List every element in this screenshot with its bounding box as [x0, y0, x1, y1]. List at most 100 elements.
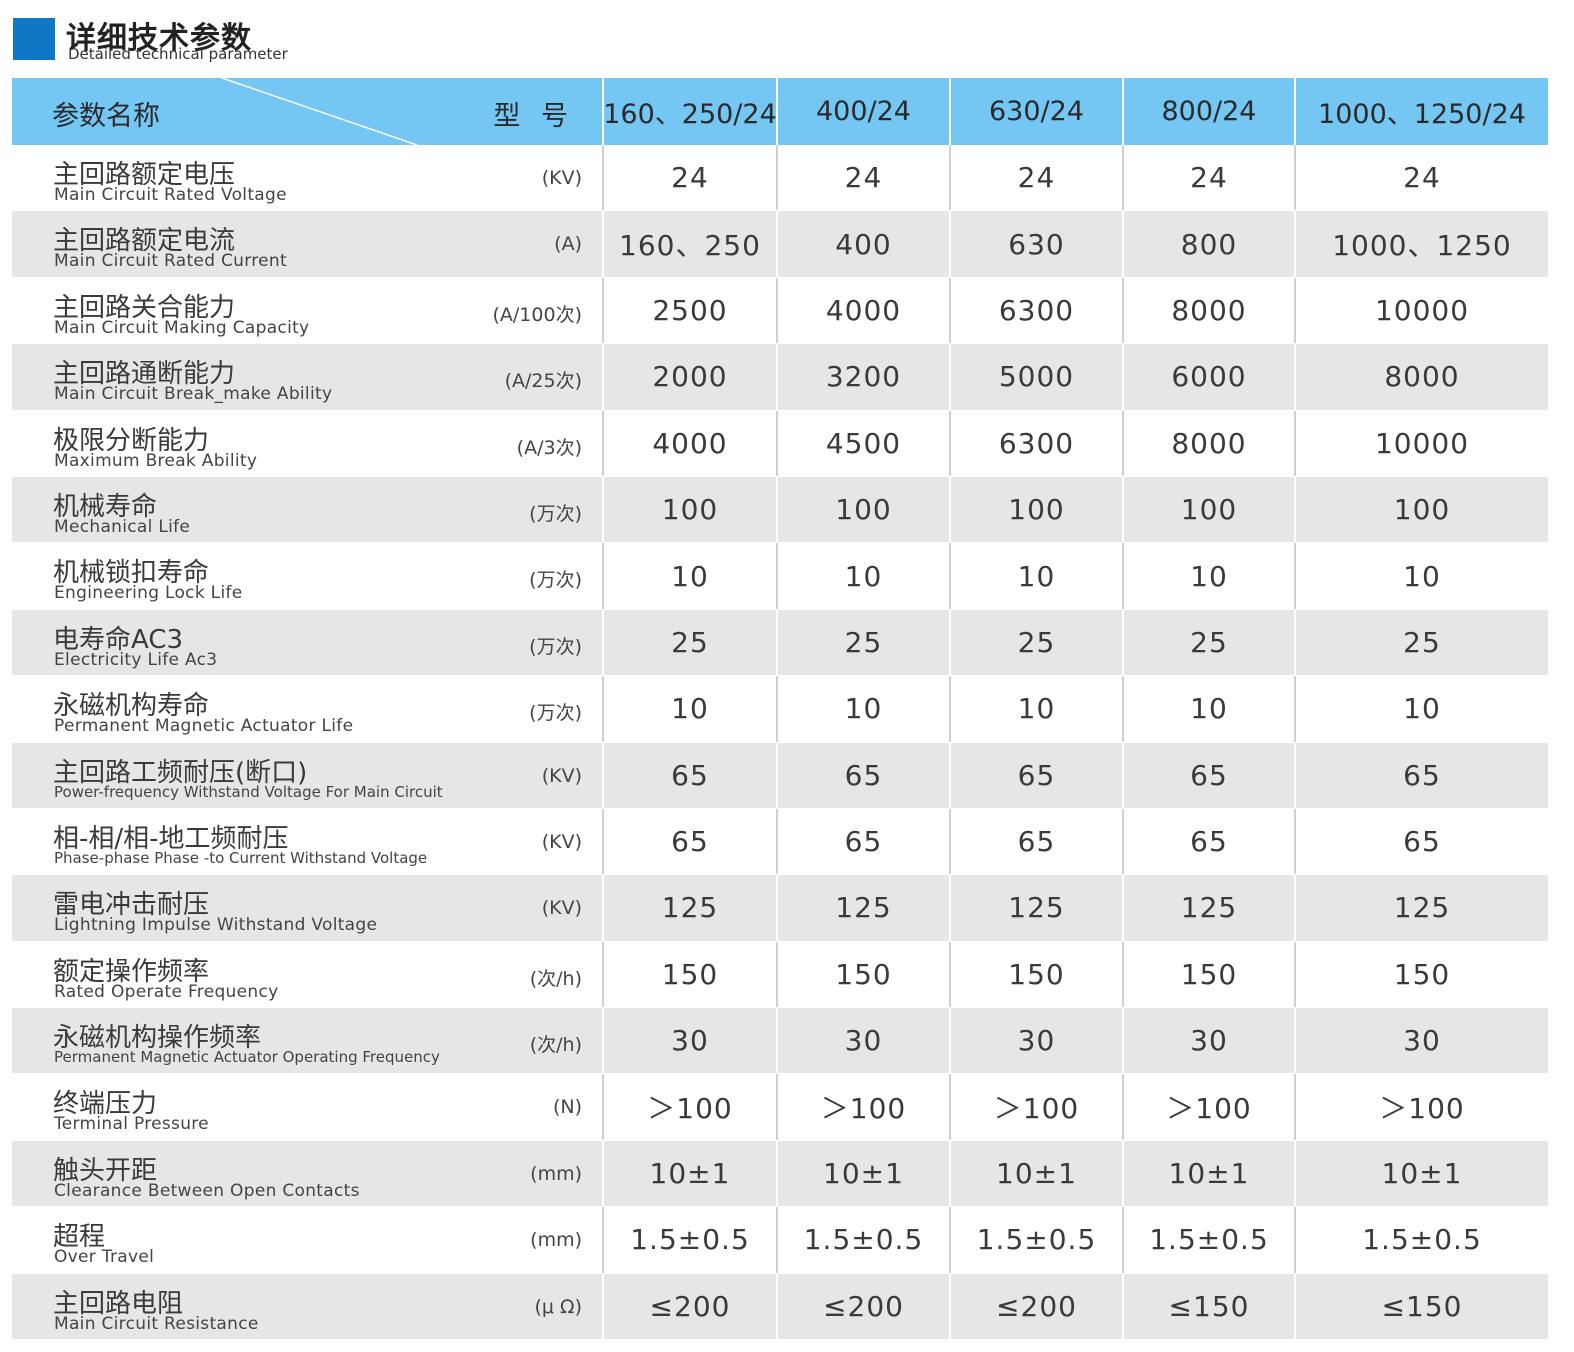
param-name-en: Main Circuit Break_make Ability: [54, 384, 333, 405]
table-row: 主回路额定电流 Main Circuit Rated Current (A) 160、…: [12, 211, 1548, 278]
value-cell: 10000: [1374, 293, 1470, 327]
param-unit: (A/25次): [504, 370, 582, 393]
value-cell: 65: [951, 742, 1124, 808]
value-cell: ≤150: [1381, 1289, 1463, 1323]
param-name-en: Main Circuit Resistance: [54, 1313, 259, 1334]
value-cell: 30: [604, 1008, 778, 1074]
param-unit: (mm): [530, 1229, 582, 1252]
value-cell: 400: [778, 211, 951, 277]
param-unit: (次/h): [529, 1034, 582, 1057]
value-cell: 125: [1393, 891, 1451, 925]
param-unit: (N): [552, 1096, 582, 1119]
param-name-en: Phase-phase Phase -to Current Withstand …: [54, 848, 428, 867]
value-cell: 160、250: [604, 211, 778, 277]
value-cell: 150: [951, 941, 1124, 1008]
value-cell: 800: [1124, 211, 1296, 277]
param-name-en: Permanent Magnetic Actuator Operating Fr…: [54, 1048, 440, 1067]
value-cell: ＞100: [951, 1074, 1124, 1140]
table-row: 极限分断能力 Maximum Break Ability (A/3次) 4000 450…: [12, 410, 1548, 477]
value-cell: ≤200: [778, 1273, 951, 1340]
value-cell: 1.5±0.5: [951, 1207, 1124, 1273]
value-cell: 24: [951, 145, 1124, 211]
value-cell: 10: [604, 676, 778, 742]
table-row: 主回路关合能力 Main Circuit Making Capacity (A/10…: [12, 277, 1548, 345]
value-cell: 5000: [951, 344, 1124, 410]
value-cell: ＞100: [778, 1074, 951, 1140]
value-cell: 125: [951, 875, 1124, 941]
param-cell: 主回路额定电流 Main Circuit Rated Current (A): [12, 211, 604, 277]
param-name-en: Maximum Break Ability: [54, 450, 258, 471]
table-row: 主回路额定电压 Main Circuit Rated Voltage (KV) 24 2…: [12, 145, 1548, 212]
value-cell: 8000: [1124, 277, 1296, 344]
param-cell: 机械寿命 Mechanical Life (万次): [12, 476, 604, 543]
table-row: 额定操作频率 Rated Operate Frequency (次/h) 150 150…: [12, 941, 1548, 1009]
param-cell: 电寿命AC3 Electricity Life Ac3 (万次): [12, 609, 604, 676]
value-cell: 100: [1393, 493, 1451, 527]
value-cell: 65: [778, 808, 951, 875]
table-row: 永磁机构寿命 Permanent Magnetic Actuator Life (万…: [12, 676, 1548, 743]
value-cell: 10: [604, 543, 778, 609]
value-cell: 65: [1124, 742, 1296, 808]
param-name-en: Engineering Lock Life: [54, 583, 243, 604]
value-cell: 6000: [1124, 344, 1296, 410]
value-cell: 1000、1250: [1332, 229, 1512, 263]
table-header: 参数名称 型 号 160、250/24 400/24 630/24 800/24…: [12, 78, 1548, 145]
value-cell: 10: [778, 676, 951, 742]
value-cell: 65: [951, 808, 1124, 875]
value-cell: 65: [604, 742, 778, 808]
param-name-en: Clearance Between Open Contacts: [54, 1180, 360, 1201]
value-cell: 25: [1403, 625, 1441, 659]
value-cell: 10±1: [604, 1140, 778, 1207]
table-row: 机械寿命 Mechanical Life (万次) 100 100 100 100 100: [12, 476, 1548, 544]
param-unit: (A/3次): [516, 436, 582, 459]
value-cell: 24: [1403, 161, 1441, 195]
value-cell: ≤200: [951, 1273, 1124, 1340]
value-cell: 24: [604, 145, 778, 211]
param-cell: 主回路关合能力 Main Circuit Making Capacity (A/10…: [12, 277, 604, 344]
param-unit: (万次): [529, 635, 582, 658]
param-cell: 超程 Over Travel (mm): [12, 1207, 604, 1273]
param-name-en: Terminal Pressure: [54, 1114, 209, 1135]
param-cell: 永磁机构操作频率 Permanent Magnetic Actuator Oper…: [12, 1008, 604, 1074]
param-cell: 主回路额定电压 Main Circuit Rated Voltage (KV): [12, 145, 604, 211]
value-cell: 6300: [951, 410, 1124, 476]
value-cell: 100: [951, 476, 1124, 543]
header-model: 400/24: [778, 78, 951, 145]
param-unit: (KV): [541, 897, 582, 920]
value-cell: 125: [1124, 875, 1296, 941]
value-cell: 10000: [1374, 426, 1470, 460]
value-cell: 10: [1403, 692, 1441, 726]
value-cell: 125: [604, 875, 778, 941]
param-cell: 主回路电阻 Main Circuit Resistance (μ Ω): [12, 1273, 604, 1340]
param-cell: 机械锁扣寿命 Engineering Lock Life (万次): [12, 543, 604, 609]
param-cell: 终端压力 Terminal Pressure (N): [12, 1074, 604, 1140]
value-cell: 10: [1124, 676, 1296, 742]
value-cell: 30: [1403, 1024, 1441, 1058]
value-cell: 65: [1403, 825, 1441, 859]
value-cell: 150: [1124, 941, 1296, 1008]
header-model: 800/24: [1124, 78, 1296, 145]
table-row: 电寿命AC3 Electricity Life Ac3 (万次) 25 25 25 25 25: [12, 609, 1548, 677]
value-cell: 10±1: [778, 1140, 951, 1207]
value-cell: 10: [1403, 559, 1441, 593]
param-cell: 主回路通断能力 Main Circuit Break_make Ability (A…: [12, 344, 604, 410]
value-cell: 100: [778, 476, 951, 543]
value-cell: ＞100: [604, 1074, 778, 1140]
value-cell: ≤150: [1124, 1273, 1296, 1340]
param-name-en: Lightning Impulse Withstand Voltage: [54, 915, 378, 936]
value-cell: ≤200: [604, 1273, 778, 1340]
param-unit: (mm): [530, 1162, 582, 1185]
value-cell: 10: [951, 543, 1124, 609]
param-unit: (A/100次): [492, 303, 583, 326]
param-unit: (次/h): [529, 967, 582, 990]
param-cell: 永磁机构寿命 Permanent Magnetic Actuator Life (万…: [12, 676, 604, 742]
table-row: 主回路通断能力 Main Circuit Break_make Ability (A…: [12, 344, 1548, 411]
param-name-en: Main Circuit Making Capacity: [54, 317, 310, 338]
value-cell: 630: [951, 211, 1124, 277]
value-cell: 10±1: [951, 1140, 1124, 1207]
value-cell: 1.5±0.5: [1362, 1223, 1482, 1257]
value-cell: 30: [1124, 1008, 1296, 1074]
header-corner-cell: 参数名称 型 号: [12, 78, 604, 145]
value-cell: 10: [1124, 543, 1296, 609]
header-param-label: 参数名称: [52, 101, 160, 132]
